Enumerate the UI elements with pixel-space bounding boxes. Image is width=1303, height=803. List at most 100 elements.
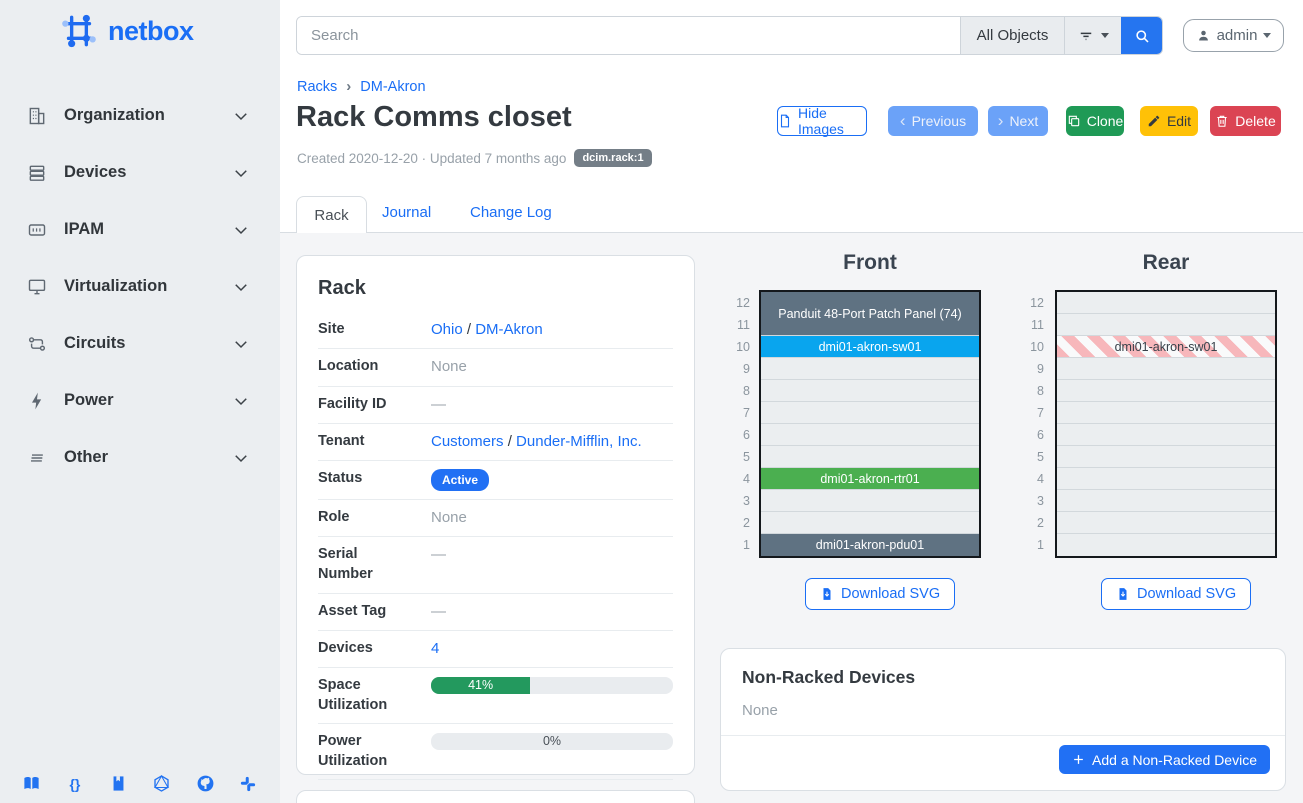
hide-images-button[interactable]: Hide Images xyxy=(777,106,867,136)
sidebar-item-label: Power xyxy=(64,391,114,410)
rack-slot-device[interactable]: dmi01-akron-sw01 xyxy=(1057,336,1275,358)
front-elevation-title: Front xyxy=(759,251,981,275)
rack-slot-empty xyxy=(1057,446,1275,468)
add-non-racked-device-label: Add a Non-Racked Device xyxy=(1092,752,1257,768)
rack-slot-empty xyxy=(761,446,979,468)
sidebar-item-ipam[interactable]: IPAM xyxy=(0,201,280,258)
chevron-down-icon xyxy=(232,221,250,239)
tab-bar: Rack Journal Change Log xyxy=(280,196,1303,233)
sidebar-item-label: Devices xyxy=(64,163,126,182)
sidebar-item-power[interactable]: Power xyxy=(0,372,280,429)
delete-label: Delete xyxy=(1235,113,1275,129)
power-icon xyxy=(27,391,47,411)
edit-label: Edit xyxy=(1167,113,1191,129)
chevron-down-icon xyxy=(232,278,250,296)
power-utilization-bar: 0% xyxy=(431,733,673,750)
caret-down-icon xyxy=(1263,33,1271,38)
rack-slot-empty xyxy=(1057,292,1275,314)
facility-id-value: — xyxy=(431,395,673,415)
global-search-group: All Objects xyxy=(296,16,1163,55)
sidebar-item-devices[interactable]: Devices xyxy=(0,144,280,201)
space-utilization-fill: 41% xyxy=(431,677,530,694)
page-title: Rack Comms closet xyxy=(296,101,572,134)
circuits-icon xyxy=(27,334,47,354)
attr-row-status: Status Active xyxy=(318,461,673,500)
delete-button[interactable]: Delete xyxy=(1210,106,1281,136)
rear-download-svg-button[interactable]: Download SVG xyxy=(1101,578,1251,610)
status-badge: Active xyxy=(431,469,489,491)
netbox-logo-text: netbox xyxy=(108,16,194,47)
rear-unit-numbers: 12 11 10 9 8 7 6 5 4 3 2 1 xyxy=(1004,292,1044,556)
chevron-down-icon xyxy=(232,449,250,467)
breadcrumb-racks-link[interactable]: Racks xyxy=(297,79,337,95)
next-button[interactable]: › Next xyxy=(988,106,1048,136)
sidebar-item-virtualization[interactable]: Virtualization xyxy=(0,258,280,315)
site-link[interactable]: DM-Akron xyxy=(475,321,543,338)
rack-slot-device[interactable]: dmi01-akron-rtr01 xyxy=(761,468,979,490)
previous-button[interactable]: ‹ Previous xyxy=(888,106,978,136)
previous-label: Previous xyxy=(912,113,966,129)
filter-icon xyxy=(1077,27,1095,45)
rack-slot-device[interactable]: Panduit 48-Port Patch Panel (74) xyxy=(761,292,979,336)
github-icon[interactable] xyxy=(196,774,215,793)
attr-row-serial-number: Serial Number — xyxy=(318,537,673,593)
chevron-down-icon xyxy=(232,392,250,410)
add-non-racked-device-button[interactable]: Add a Non-Racked Device xyxy=(1059,745,1270,774)
netbox-logo[interactable]: netbox xyxy=(58,10,280,52)
sidebar-nav: Organization Devices xyxy=(0,87,280,486)
docs-book-icon[interactable] xyxy=(22,774,41,793)
search-input[interactable] xyxy=(297,17,960,54)
api-docs-book-icon[interactable] xyxy=(109,774,128,793)
tenant-link[interactable]: Dunder-Mifflin, Inc. xyxy=(516,433,642,450)
rack-slot-empty xyxy=(761,424,979,446)
edit-button[interactable]: Edit xyxy=(1140,106,1198,136)
site-region-link[interactable]: Ohio xyxy=(431,321,463,338)
sidebar-item-circuits[interactable]: Circuits xyxy=(0,315,280,372)
search-scope-button[interactable]: All Objects xyxy=(960,17,1064,54)
non-racked-devices-footer: Add a Non-Racked Device xyxy=(721,735,1285,782)
sidebar-item-label: IPAM xyxy=(64,220,104,239)
attr-row-role: Role None xyxy=(318,500,673,537)
breadcrumb-site-link[interactable]: DM-Akron xyxy=(360,79,425,95)
attr-row-facility-id: Facility ID — xyxy=(318,387,673,424)
attr-row-space-utilization: Space Utilization 41% xyxy=(318,668,673,724)
front-download-svg-button[interactable]: Download SVG xyxy=(805,578,955,610)
search-filter-button[interactable] xyxy=(1064,17,1121,54)
tenant-group-link[interactable]: Customers xyxy=(431,433,504,450)
rack-slot-empty xyxy=(1057,314,1275,336)
rack-card-title: Rack xyxy=(318,256,673,300)
sidebar-item-organization[interactable]: Organization xyxy=(0,87,280,144)
devices-icon xyxy=(27,163,47,183)
user-menu-button[interactable]: admin xyxy=(1183,19,1284,52)
chevron-down-icon xyxy=(232,164,250,182)
rack-slot-empty xyxy=(1057,380,1275,402)
download-file-icon xyxy=(820,587,834,601)
main-area: All Objects admin Racks xyxy=(280,0,1303,803)
serial-number-value: — xyxy=(431,545,673,565)
rack-slot-empty xyxy=(761,490,979,512)
tab-change-log[interactable]: Change Log xyxy=(470,204,552,221)
slack-icon[interactable] xyxy=(239,774,258,793)
devices-count-link[interactable]: 4 xyxy=(431,640,439,657)
rack-slot-empty xyxy=(761,380,979,402)
trash-icon xyxy=(1215,114,1229,128)
clone-label: Clone xyxy=(1087,113,1124,129)
sidebar-item-label: Circuits xyxy=(64,334,125,353)
chevron-left-icon: ‹ xyxy=(900,112,906,129)
tab-journal[interactable]: Journal xyxy=(382,204,431,221)
tab-rack[interactable]: Rack xyxy=(296,196,367,233)
api-braces-icon[interactable]: {} xyxy=(65,774,84,793)
rack-slot-empty xyxy=(1057,534,1275,556)
netbox-rack-page: netbox Organization xyxy=(0,0,1303,803)
non-racked-devices-body: None xyxy=(721,688,1285,735)
attr-row-power-utilization: Power Utilization 0% xyxy=(318,724,673,780)
search-submit-button[interactable] xyxy=(1121,17,1162,54)
rack-slot-empty xyxy=(761,402,979,424)
rack-slot-device[interactable]: dmi01-akron-pdu01 xyxy=(761,534,979,556)
front-rack-elevation: Panduit 48-Port Patch Panel (74) dmi01-a… xyxy=(759,290,981,558)
rack-slot-empty xyxy=(1057,490,1275,512)
graphql-icon[interactable] xyxy=(152,774,171,793)
sidebar-item-other[interactable]: Other xyxy=(0,429,280,486)
rack-slot-device[interactable]: dmi01-akron-sw01 xyxy=(761,336,979,358)
clone-button[interactable]: Clone xyxy=(1066,106,1124,136)
